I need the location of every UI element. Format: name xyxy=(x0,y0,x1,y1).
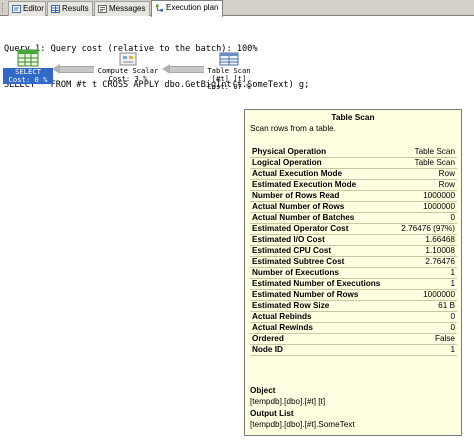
tooltip-property-row: Actual Number of Batches 0 xyxy=(250,212,457,224)
tooltip-property-row: Estimated Subtree Cost 2.76476 xyxy=(250,256,457,268)
tooltip-property-row: Node ID 1 xyxy=(250,344,457,356)
tooltip-property-row: Actual Rewinds 0 xyxy=(250,322,457,334)
tooltip-property-value: Table Scan xyxy=(394,147,457,158)
tooltip-property-value: 1000000 xyxy=(394,190,457,202)
tab-results[interactable]: Results xyxy=(47,1,93,16)
tooltip-property-name: Actual Number of Batches xyxy=(250,212,395,224)
tooltip-object-label: Object xyxy=(250,386,276,395)
tooltip-property-value: 61 B xyxy=(394,300,457,312)
tooltip-property-value: False xyxy=(394,333,457,345)
tooltip-property-value: 1.10008 xyxy=(394,245,457,257)
tooltip-property-value: 1000000 xyxy=(394,201,457,213)
tooltip-property-row: Estimated CPU Cost 1.10008 xyxy=(250,245,457,257)
compute-scalar-icon xyxy=(116,52,140,66)
tooltip-property-row: Estimated Number of Rows 1000000 xyxy=(250,289,457,301)
tab-editor[interactable]: Editor xyxy=(8,1,46,16)
tooltip-property-name: Estimated I/O Cost xyxy=(250,234,395,246)
tooltip-property-value: 1 xyxy=(394,344,457,356)
tab-execution-plan[interactable]: Execution plan xyxy=(151,0,223,17)
tooltip-property-name: Number of Executions xyxy=(250,267,395,279)
select-node-cost: Cost: 0 % xyxy=(3,76,53,84)
tooltip-property-row: Estimated I/O Cost 1.66468 xyxy=(250,234,457,246)
plan-node-table-scan[interactable]: Table Scan [#t] [t] Cost: 97 % xyxy=(202,52,256,91)
tooltip-title: Table Scan xyxy=(331,112,375,122)
tab-bar-grip xyxy=(2,3,6,13)
tooltip-property-name: Estimated Subtree Cost xyxy=(250,256,395,268)
tooltip-output-value: [tempdb].[dbo].[#t].SomeText xyxy=(250,420,355,429)
arrow-head-select xyxy=(52,64,60,74)
tooltip-property-value: Row xyxy=(394,179,457,191)
tooltip-property-row: Actual Rebinds 0 xyxy=(250,311,457,323)
operator-tooltip: Table Scan Scan rows from a table. Physi… xyxy=(244,109,462,436)
tooltip-property-name: Estimated Number of Rows xyxy=(250,289,395,301)
tooltip-property-row: Physical Operation Table Scan xyxy=(250,147,457,158)
tab-messages-label: Messages xyxy=(109,4,146,13)
tab-results-label: Results xyxy=(62,4,89,13)
tooltip-property-row: Estimated Operator Cost 2.76476 (97%) xyxy=(250,223,457,235)
tooltip-property-value: 1.66468 xyxy=(394,234,457,246)
tooltip-property-row: Number of Rows Read 1000000 xyxy=(250,190,457,202)
tooltip-property-name: Estimated CPU Cost xyxy=(250,245,395,257)
tab-execution-plan-label: Execution plan xyxy=(166,3,219,12)
tooltip-property-value: 1000000 xyxy=(394,289,457,301)
tooltip-property-name: Actual Number of Rows xyxy=(250,201,395,213)
plan-node-compute-scalar[interactable]: Compute Scalar Cost: 3 % xyxy=(92,52,164,83)
table-scan-icon xyxy=(217,52,241,66)
tooltip-object-value: [tempdb].[dbo].[#t] [t] xyxy=(250,397,326,406)
tooltip-property-row: Estimated Row Size 61 B xyxy=(250,300,457,312)
tooltip-property-name: Node ID xyxy=(250,344,395,356)
tooltip-output-label: Output List xyxy=(250,409,294,418)
tooltip-property-name: Logical Operation xyxy=(250,157,395,169)
arrow-scan-to-compute xyxy=(170,66,204,73)
compute-scalar-node-cost: Cost: 3 % xyxy=(108,74,148,83)
arrow-compute-to-select xyxy=(60,66,94,73)
tooltip-property-name: Ordered xyxy=(250,333,395,345)
tooltip-property-value: Row xyxy=(394,168,457,180)
tooltip-property-row: Actual Execution Mode Row xyxy=(250,168,457,180)
tooltip-property-row: Number of Executions 1 xyxy=(250,267,457,279)
tooltip-property-value: 2.76476 (97%) xyxy=(394,223,457,235)
tooltip-property-name: Estimated Number of Executions xyxy=(250,278,395,290)
tooltip-property-row: Estimated Execution Mode Row xyxy=(250,179,457,191)
messages-icon xyxy=(98,5,107,13)
select-operator-icon xyxy=(16,49,40,67)
tooltip-property-row: Ordered False xyxy=(250,333,457,345)
editor-icon xyxy=(12,5,21,13)
tooltip-property-value: 0 xyxy=(394,212,457,224)
tooltip-property-row: Estimated Number of Executions 1 xyxy=(250,278,457,290)
tooltip-property-name: Actual Execution Mode xyxy=(250,168,395,180)
tooltip-property-name: Estimated Operator Cost xyxy=(250,223,395,235)
tooltip-property-name: Actual Rewinds xyxy=(250,322,395,334)
tab-editor-label: Editor xyxy=(23,4,44,13)
tab-messages[interactable]: Messages xyxy=(94,1,150,16)
tooltip-property-value: 2.76476 xyxy=(394,256,457,268)
tooltip-property-value: 0 xyxy=(394,322,457,334)
tooltip-property-value: Table Scan xyxy=(394,157,457,169)
plan-node-select[interactable]: SELECT Cost: 0 % xyxy=(3,49,53,84)
tooltip-property-value: 1 xyxy=(394,278,457,290)
table-scan-node-cost: Cost: 97 % xyxy=(207,82,251,91)
execution-plan-icon xyxy=(155,4,164,12)
tab-bar: Editor Results Messages Execution plan xyxy=(0,0,474,17)
tooltip-property-name: Actual Rebinds xyxy=(250,311,395,323)
tooltip-property-name: Estimated Execution Mode xyxy=(250,179,395,191)
tooltip-property-name: Physical Operation xyxy=(250,147,395,158)
tooltip-property-name: Estimated Row Size xyxy=(250,300,395,312)
tooltip-property-name: Number of Rows Read xyxy=(250,190,395,202)
tooltip-property-value: 1 xyxy=(394,267,457,279)
tooltip-property-value: 0 xyxy=(394,311,457,323)
tooltip-property-row: Logical Operation Table Scan xyxy=(250,157,457,169)
tooltip-property-row: Actual Number of Rows 1000000 xyxy=(250,201,457,213)
results-grid-icon xyxy=(51,5,60,13)
tooltip-properties-table: Physical Operation Table Scan Logical Oper… xyxy=(250,147,457,356)
tooltip-description: Scan rows from a table. xyxy=(250,124,337,133)
